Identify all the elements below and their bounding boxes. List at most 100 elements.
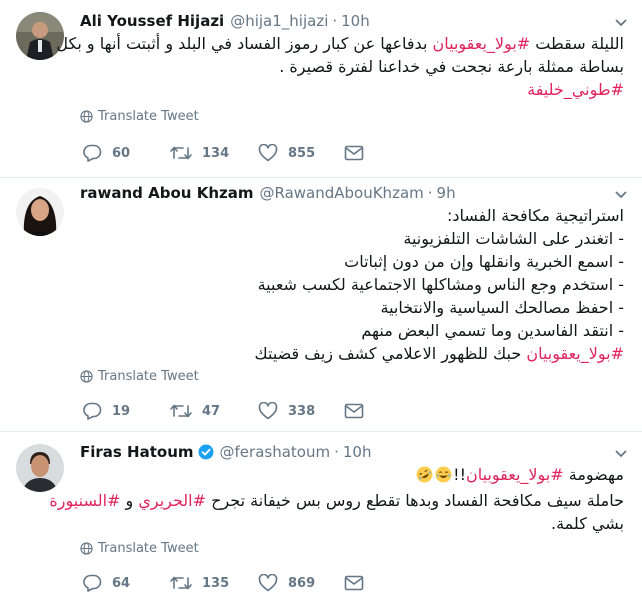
retweet-count: 47 (202, 403, 221, 419)
tweet-text-segment: مهضومة (563, 465, 624, 484)
tweet-text: استراتيجية مكافحة الفساد: - اتغندر على ال… (80, 204, 625, 365)
reply-icon (83, 144, 102, 162)
tweet-text-segment: بشي كلمة. (551, 514, 624, 533)
tweet-text-segment: الليلة سقطت (530, 34, 624, 53)
separator-dot: · (334, 443, 339, 461)
retweet-button[interactable]: 47 (170, 400, 220, 422)
like-count: 855 (288, 145, 316, 161)
tweet-text-segment: استراتيجية مكافحة الفساد: (446, 206, 624, 225)
tweet-text-segment: بساطة ممثلة بارعة نجحت في خداعنا لفترة ق… (279, 57, 624, 76)
username[interactable]: @RawandAbouKhzam (259, 184, 423, 202)
retweet-count: 135 (202, 575, 230, 591)
tweet-text-segment: حبك للظهور الاعلامي كشف زيف قضيتك (254, 344, 527, 363)
face-with-tears-of-joy-emoji (435, 466, 452, 489)
translate-label[interactable]: Translate Tweet (98, 109, 199, 124)
tweet-text-line: - انتقد الفاسدين وما تسمي البعض منهم (80, 319, 624, 342)
tweet-text-segment: - استخدم وجع الناس ومشاكلها الاجتماعية ل… (257, 275, 624, 294)
tweet-text-segment: و (120, 491, 139, 510)
like-button[interactable]: 869 (258, 572, 315, 594)
avatar[interactable] (16, 444, 64, 492)
tweet-text-segment: - اسمع الخبرية وانقلها وإن من دون إثباتا… (344, 252, 624, 271)
retweet-button[interactable]: 135 (170, 572, 229, 594)
translate-label[interactable]: Translate Tweet (98, 541, 199, 556)
retweet-count: 134 (202, 145, 230, 161)
hashtag-link[interactable]: #الحريري (138, 491, 206, 510)
reply-count: 64 (112, 575, 131, 591)
heart-icon (258, 574, 278, 592)
tweet-header: rawand Abou Khzam @RawandAbouKhzam · 9h (80, 182, 612, 204)
chevron-down-icon[interactable] (614, 449, 628, 459)
tweet-actions: 19 47 338 (80, 400, 380, 422)
retweet-button[interactable]: 134 (170, 142, 229, 164)
reply-button[interactable]: 19 (82, 400, 130, 422)
avatar-photo (16, 188, 64, 236)
direct-message-button[interactable] (344, 142, 374, 164)
tweet-text-segment: - احفظ مصالحك السياسية والانتخابية (380, 298, 625, 317)
tweet[interactable]: Ali Youssef Hijazi @hija1_hijazi · 10h ا… (0, 0, 642, 178)
tweet-text-line: الليلة سقطت #بولا_يعقوبيان بدفاعها عن كب… (56, 32, 624, 55)
retweet-icon (170, 576, 192, 590)
timestamp[interactable]: 10h (343, 443, 372, 461)
envelope-icon (344, 575, 364, 591)
reply-icon (83, 574, 102, 592)
tweet-text-segment: بدفاعها عن كبار رموز الفساد في البلد و أ… (56, 34, 433, 53)
hashtag-link[interactable]: #بولا_يعقوبيان (526, 344, 624, 363)
hashtag-link[interactable]: #بولا_يعقوبيان (432, 34, 530, 53)
tweet-text-line: مهضومة #بولا_يعقوبيان!! (80, 463, 624, 489)
direct-message-button[interactable] (344, 400, 374, 422)
avatar[interactable] (16, 188, 64, 236)
tweet-text-line: بشي كلمة. (80, 512, 624, 535)
username[interactable]: @ferashatoum (220, 443, 331, 461)
tweet-text-segment: !! (453, 465, 466, 484)
chevron-down-icon[interactable] (614, 190, 628, 200)
chevron-down-icon[interactable] (614, 18, 628, 28)
tweet[interactable]: Firas Hatoum @ferashatoum · 10h مهضومة #… (0, 432, 642, 598)
reply-button[interactable]: 64 (82, 572, 130, 594)
envelope-icon (344, 145, 364, 161)
display-name[interactable]: rawand Abou Khzam (80, 184, 253, 202)
like-count: 338 (288, 403, 316, 419)
tweet-text-line: - اسمع الخبرية وانقلها وإن من دون إثباتا… (80, 250, 624, 273)
translate-tweet-link[interactable]: Translate Tweet (80, 541, 199, 556)
reply-button[interactable]: 60 (82, 142, 130, 164)
verified-badge-icon (198, 444, 214, 460)
retweet-icon (170, 146, 192, 160)
username[interactable]: @hija1_hijazi (230, 12, 328, 30)
like-button[interactable]: 338 (258, 400, 315, 422)
timestamp[interactable]: 10h (341, 12, 370, 30)
hashtag-link[interactable]: #طوني_خليفة (527, 80, 624, 99)
reply-count: 19 (112, 403, 131, 419)
translate-label[interactable]: Translate Tweet (98, 369, 199, 384)
like-count: 869 (288, 575, 316, 591)
translate-tweet-link[interactable]: Translate Tweet (80, 369, 199, 384)
direct-message-button[interactable] (344, 572, 374, 594)
tweet-text-line: حاملة سيف مكافحة الفساد وبدها تقطع روس ب… (49, 489, 624, 512)
globe-icon (80, 370, 93, 383)
hashtag-link[interactable]: #بولا_يعقوبيان (466, 465, 564, 484)
heart-icon (258, 144, 278, 162)
display-name[interactable]: Ali Youssef Hijazi (80, 12, 224, 30)
tweet-actions: 64 135 869 (80, 572, 380, 594)
heart-icon (258, 402, 278, 420)
tweet-text-line: - استخدم وجع الناس ومشاكلها الاجتماعية ل… (80, 273, 624, 296)
globe-icon (80, 542, 93, 555)
display-name[interactable]: Firas Hatoum (80, 443, 194, 461)
translate-tweet-link[interactable]: Translate Tweet (80, 109, 199, 124)
tweet-text-line: - احفظ مصالحك السياسية والانتخابية (80, 296, 625, 319)
avatar-photo (16, 444, 64, 492)
separator-dot: · (332, 12, 338, 30)
rolling-on-floor-laughing-emoji (416, 466, 433, 489)
tweet-header: Ali Youssef Hijazi @hija1_hijazi · 10h (80, 10, 612, 32)
tweet-text-line: بساطة ممثلة بارعة نجحت في خداعنا لفترة ق… (80, 55, 624, 78)
like-button[interactable]: 855 (258, 142, 315, 164)
separator-dot: · (427, 184, 433, 202)
reply-count: 60 (112, 145, 131, 161)
timestamp[interactable]: 9h (437, 184, 456, 202)
tweet[interactable]: rawand Abou Khzam @RawandAbouKhzam · 9h … (0, 178, 642, 432)
tweet-text-line: #طوني_خليفة (80, 78, 624, 101)
tweet-text-segment: حاملة سيف مكافحة الفساد وبدها تقطع روس ب… (206, 491, 624, 510)
tweet-text-line: استراتيجية مكافحة الفساد: (80, 204, 624, 227)
hashtag-link[interactable]: #السنيورة (49, 491, 120, 510)
tweet-header: Firas Hatoum @ferashatoum · 10h (80, 441, 612, 463)
tweet-text-segment: - انتقد الفاسدين وما تسمي البعض منهم (361, 321, 624, 340)
